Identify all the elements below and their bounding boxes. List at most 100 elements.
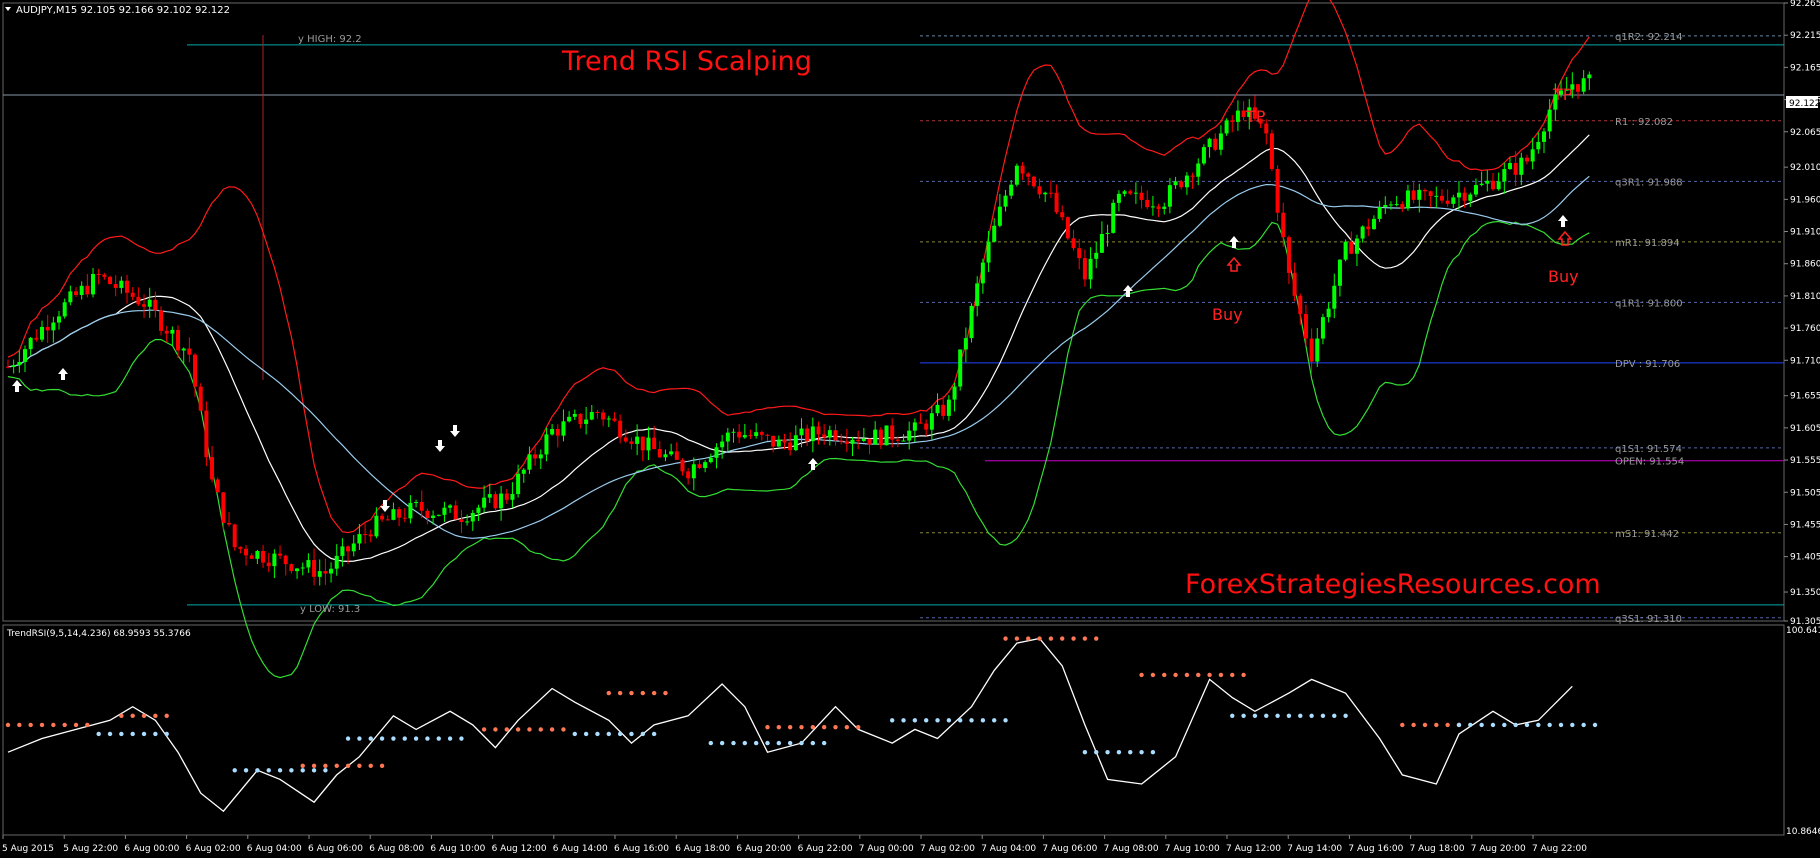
rsi-dot-blue <box>640 731 645 737</box>
time-tick-label: 5 Aug 22:00 <box>63 844 118 854</box>
bull-candle <box>181 348 186 351</box>
bull-candle <box>1371 218 1376 230</box>
bear-candle <box>1054 192 1059 213</box>
bear-candle <box>1213 138 1218 150</box>
bull-candle <box>1434 195 1439 197</box>
bear-candle <box>45 326 50 331</box>
price-tick-label: 92.010 <box>1790 163 1820 173</box>
rsi-dot-blue <box>1547 722 1552 728</box>
bear-candle <box>1575 84 1580 92</box>
rsi-dot-red <box>5 722 11 728</box>
rsi-dot-blue <box>1105 749 1110 755</box>
bull-candle <box>1337 259 1342 286</box>
level-label: q1S1: 91.574 <box>1615 444 1682 455</box>
rsi-dot-blue <box>731 740 736 746</box>
bear-candle <box>74 291 79 295</box>
rsi-dot-blue <box>1536 722 1541 728</box>
bear-candle <box>402 517 407 519</box>
bull-candle <box>975 283 980 306</box>
rsi-dot-blue <box>300 768 305 773</box>
bear-candle <box>629 441 634 444</box>
bull-candle <box>1014 165 1019 185</box>
rsi-dot-blue <box>595 731 600 737</box>
rsi-dot-blue <box>1502 722 1507 728</box>
bear-candle <box>261 551 266 563</box>
tp-label-1: TP <box>1245 107 1266 126</box>
bear-candle <box>425 510 430 518</box>
bear-candle <box>1077 248 1082 259</box>
rsi-dot-blue <box>1309 713 1314 719</box>
bear-candle <box>459 519 464 522</box>
bear-candle <box>289 564 294 572</box>
bull-candle <box>351 543 356 552</box>
rsi-dot-red <box>1445 722 1450 728</box>
rsi-dot-red <box>1173 672 1178 678</box>
watermark: ForexStrategiesResources.com <box>1185 569 1601 600</box>
rsi-dot-red <box>651 690 657 696</box>
bull-candle <box>28 337 33 350</box>
price-tick-label: 91.960 <box>1790 195 1820 205</box>
bear-candle <box>187 348 192 355</box>
bull-candle <box>465 521 470 523</box>
bear-candle <box>737 431 742 438</box>
bear-candle <box>164 330 169 334</box>
bear-candle <box>1241 110 1246 117</box>
rsi-dot-blue <box>617 731 623 737</box>
rsi-dot-red <box>617 690 623 696</box>
rsi-dot-blue <box>357 736 362 741</box>
time-tick-label: 6 Aug 20:00 <box>736 844 791 854</box>
bull-candle <box>901 440 906 442</box>
bear-candle <box>125 280 130 293</box>
rsi-dot-red <box>504 727 509 732</box>
rsi-dot-red <box>629 690 634 696</box>
rsi-dot-blue <box>1150 749 1156 755</box>
bear-candle <box>1020 165 1025 174</box>
time-tick-label: 7 Aug 10:00 <box>1165 844 1220 854</box>
time-tick-label: 5 Aug 2015 <box>2 844 54 854</box>
rsi-dot-red <box>1139 672 1144 678</box>
bull-candle <box>408 502 413 519</box>
bear-candle <box>1428 191 1433 196</box>
rsi-dot-blue <box>776 740 782 746</box>
bear-candle <box>788 442 793 451</box>
bull-candle <box>1343 241 1348 260</box>
time-tick-label: 7 Aug 14:00 <box>1287 844 1342 854</box>
rsi-dot-blue <box>1332 713 1337 719</box>
bear-candle <box>918 422 923 424</box>
rsi-dot-blue <box>368 736 373 741</box>
time-tick-label: 7 Aug 02:00 <box>920 844 975 854</box>
rsi-dot-red <box>855 724 861 730</box>
rsi-dot-red <box>1026 636 1031 641</box>
rsi-dot-blue <box>255 768 260 773</box>
bull-candle <box>986 241 991 263</box>
bear-candle <box>1439 195 1444 201</box>
bull-candle <box>1105 232 1110 234</box>
bull-candle <box>1133 192 1138 194</box>
time-tick-label: 6 Aug 12:00 <box>492 844 547 854</box>
rsi-dot-red <box>810 724 816 730</box>
bull-candle <box>1201 147 1206 164</box>
rsi-dot-blue <box>164 731 169 737</box>
bull-candle <box>776 439 781 447</box>
bull-candle <box>499 493 504 509</box>
time-tick-label: 6 Aug 00:00 <box>124 844 179 854</box>
rsi-dot-blue <box>992 718 997 723</box>
rsi-dot-blue <box>323 768 328 773</box>
bear-candle <box>1065 217 1070 239</box>
bull-candle <box>1009 184 1014 196</box>
time-tick-label: 6 Aug 04:00 <box>247 844 302 854</box>
bear-candle <box>283 555 288 565</box>
rsi-dot-red <box>1411 722 1416 728</box>
bull-candle <box>1043 192 1048 195</box>
bear-candle <box>1490 180 1495 190</box>
rsi-dot-blue <box>606 731 611 737</box>
rsi-dot-blue <box>1581 722 1586 728</box>
rsi-dot-red <box>334 763 339 768</box>
bear-candle <box>822 434 827 438</box>
rsi-dot-red <box>1218 672 1224 678</box>
bear-candle <box>1037 186 1042 195</box>
bull-candle <box>79 285 84 295</box>
bull-candle <box>1184 175 1189 188</box>
bear-candle <box>657 449 662 458</box>
bull-candle <box>963 338 968 350</box>
